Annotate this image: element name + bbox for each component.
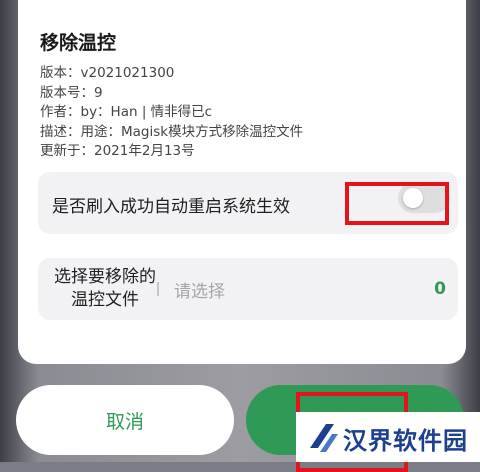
cancel-button-label: 取消: [105, 411, 144, 433]
meta-author: 作者：by：Han | 情非得已c: [40, 104, 213, 120]
selected-count: 0: [434, 279, 446, 299]
meta-description: 描述：用途：Magisk模块方式移除温控文件: [40, 123, 304, 140]
field-divider: [157, 282, 159, 296]
watermark-logo-icon: [310, 424, 338, 452]
site-watermark: 汉界软件园: [296, 412, 480, 462]
watermark-text: 汉界软件园: [343, 427, 468, 455]
reboot-option-label: 是否刷入成功自动重启系统生效: [52, 197, 290, 217]
cancel-button[interactable]: 取消: [16, 385, 234, 455]
dialog-title: 移除温控: [40, 32, 117, 54]
file-select-label: 选择要移除的温控文件: [54, 267, 156, 310]
file-select-placeholder[interactable]: 请选择: [174, 277, 225, 302]
file-select-row[interactable]: 选择要移除的温控文件 请选择 0: [38, 258, 458, 320]
meta-version: 版本：v2021021300: [40, 65, 175, 81]
meta-version-code: 版本号：9: [40, 84, 103, 101]
toggle-highlight-box: [345, 182, 449, 225]
meta-updated: 更新于：2021年2月13号: [40, 143, 195, 159]
module-meta: 版本：v2021021300 版本号：9 作者：by：Han | 情非得已c 描…: [40, 64, 303, 162]
